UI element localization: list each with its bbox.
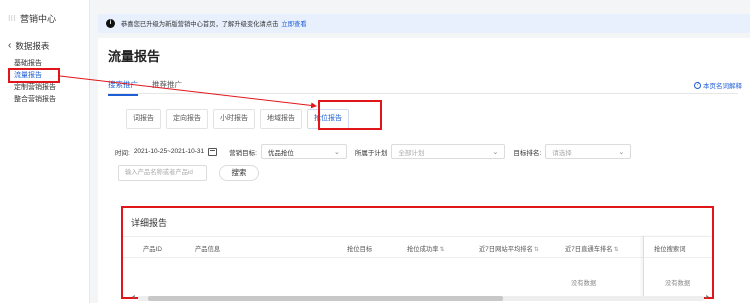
question-icon: ? <box>694 81 701 89</box>
app-title: 营销中心 <box>20 14 57 24</box>
col-site-avg-rank[interactable]: 近7日网站平均排名⇅ <box>479 244 539 253</box>
pinned-column <box>643 236 712 297</box>
empty-state-text: 没有数据 <box>571 280 597 287</box>
empty-state-text-pinned: 没有数据 <box>665 280 691 287</box>
content-panel: 流量报告 搜索推广 推荐推广 ? 本页名词解释 词报告 定向报告 小时报告 地域… <box>98 38 750 303</box>
col-product-info: 产品信息 <box>195 246 221 253</box>
upgrade-notice-bar: i 恭喜您已升级为新版营销中心首页，了解升级变化请点击 立即查看 <box>98 14 750 33</box>
col-success-rate[interactable]: 抢位成功率⇅ <box>407 244 445 253</box>
rank-select-placeholder: 请选择 <box>552 149 572 157</box>
sidebar: ⁝⁝⁝ 营销中心 ‹ 数据报表 基础报告 流量报告 定制营销报告 整合营销报告 <box>0 0 90 303</box>
report-tab-highlight-box <box>318 100 382 130</box>
date-range-value[interactable]: 2021-10-25~2021-10-31 <box>134 148 204 155</box>
sort-icon: ⇅ <box>439 247 445 253</box>
rank-label: 目标排名: <box>513 149 542 157</box>
tabs-divider <box>108 93 738 94</box>
scroll-right-icon[interactable]: ▸ <box>706 293 709 300</box>
notice-view-link[interactable]: 立即查看 <box>281 19 306 28</box>
back-to-data-reports[interactable]: ‹ 数据报表 <box>8 40 49 52</box>
search-button[interactable]: 搜索 <box>219 165 259 181</box>
tab-hourly-report[interactable]: 小时报告 <box>213 109 255 129</box>
plan-label: 所属于计划 <box>354 149 388 157</box>
col-product-id: 产品ID <box>143 246 162 253</box>
goal-label: 营销目标: <box>229 149 257 157</box>
plan-select-placeholder: 全部计划 <box>398 149 425 157</box>
product-search-input[interactable]: 输入产品名称或者产品id <box>118 165 207 181</box>
plan-select[interactable]: 全部计划 ⌄ <box>391 144 506 159</box>
col-p4p-rank-label: 近7日直通车排名 <box>565 246 613 253</box>
chevron-left-icon: ‹ <box>8 40 12 51</box>
scroll-left-icon[interactable]: ◂ <box>132 293 135 300</box>
back-label: 数据报表 <box>15 41 50 51</box>
chevron-down-icon: ⌄ <box>492 148 499 156</box>
col-p4p-rank[interactable]: 近7日直通车排名⇅ <box>565 244 619 253</box>
notice-text: 恭喜您已升级为新版营销中心首页，了解升级变化请点击 <box>121 21 279 28</box>
glossary-label: 本页名词解释 <box>703 83 742 90</box>
sidebar-item-integrated-marketing-report[interactable]: 整合营销报告 <box>14 94 56 106</box>
sidebar-header[interactable]: ⁝⁝⁝ 营销中心 <box>8 12 56 25</box>
col-success-rate-label: 抢位成功率 <box>407 246 439 253</box>
report-type-tabs: 词报告 定向报告 小时报告 地域报告 抢位报告 <box>126 109 349 129</box>
chevron-down-icon: ⌄ <box>334 148 340 156</box>
sidebar-highlight-box <box>8 68 60 83</box>
col-bid-target: 抢位目标 <box>347 246 373 253</box>
detail-report-title: 详细报告 <box>131 218 168 228</box>
time-label: 时间: <box>115 149 130 157</box>
page-title: 流量报告 <box>108 49 161 64</box>
col-site-avg-rank-label: 近7日网站平均排名 <box>479 246 533 253</box>
tab-keyword-report[interactable]: 词报告 <box>126 109 161 129</box>
scrollbar-thumb[interactable] <box>148 296 503 301</box>
goal-select[interactable]: 优品抢位 ⌄ <box>260 144 347 159</box>
app-grid-icon: ⁝⁝⁝ <box>8 13 16 23</box>
sidebar-item-custom-marketing-report[interactable]: 定制营销报告 <box>14 82 56 94</box>
glossary-link[interactable]: ? 本页名词解释 <box>694 80 742 90</box>
table-header: 产品ID 产品信息 抢位目标 抢位成功率⇅ 近7日网站平均排名⇅ 近7日直通车排… <box>123 236 712 258</box>
rank-select[interactable]: 请选择 ⌄ <box>545 144 632 159</box>
tab-targeting-report[interactable]: 定向报告 <box>166 109 208 129</box>
chevron-down-icon: ⌄ <box>618 148 625 156</box>
calendar-icon[interactable] <box>208 147 218 156</box>
sort-icon: ⇅ <box>613 247 619 253</box>
sort-icon: ⇅ <box>533 247 539 253</box>
detail-report-panel: 详细报告 产品ID 产品信息 抢位目标 抢位成功率⇅ 近7日网站平均排名⇅ 近7… <box>121 206 714 299</box>
main-area: i 恭喜您已升级为新版营销中心首页，了解升级变化请点击 立即查看 流量报告 搜索… <box>90 0 750 303</box>
goal-select-value: 优品抢位 <box>267 149 294 157</box>
tab-region-report[interactable]: 地域报告 <box>260 109 302 129</box>
info-icon: i <box>106 19 115 28</box>
horizontal-scrollbar[interactable] <box>138 296 704 301</box>
filter-bar: 时间: 2021-10-25~2021-10-31 营销目标: 优品抢位 ⌄ 所… <box>115 144 639 159</box>
